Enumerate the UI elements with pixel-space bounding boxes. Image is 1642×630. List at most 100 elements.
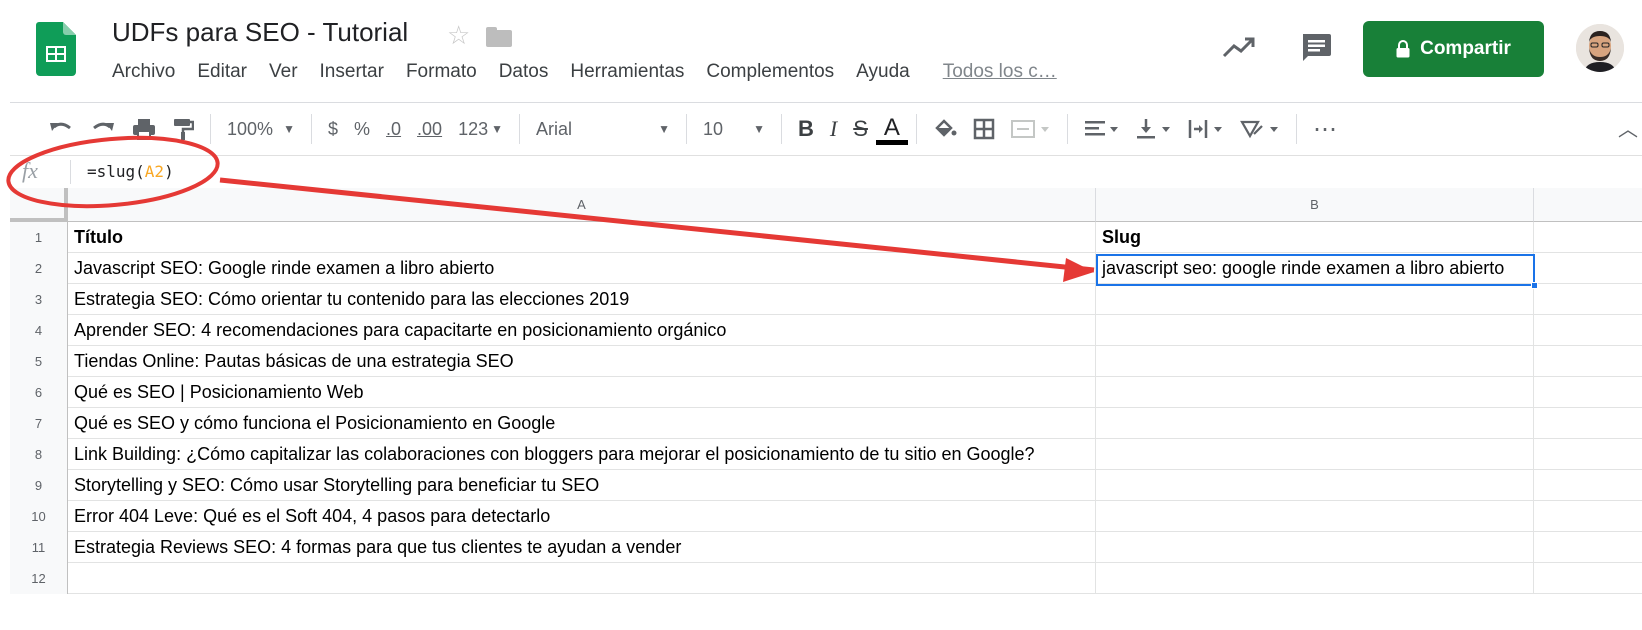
undo-button[interactable] — [40, 111, 82, 147]
collapse-icon[interactable]: ︿ — [1618, 113, 1638, 142]
row-header[interactable]: 5 — [10, 346, 68, 377]
merge-cells-button[interactable] — [1003, 111, 1059, 147]
cell-b[interactable] — [1096, 563, 1534, 594]
borders-button[interactable] — [965, 111, 1003, 147]
print-button[interactable] — [124, 111, 164, 147]
cell-a[interactable]: Estrategia Reviews SEO: 4 formas para qu… — [68, 532, 1096, 563]
cell-c[interactable] — [1534, 408, 1642, 439]
cell-a[interactable]: Qué es SEO y cómo funciona el Posicionam… — [68, 408, 1096, 439]
row-header[interactable]: 3 — [10, 284, 68, 315]
menu-herramientas[interactable]: Herramientas — [559, 61, 695, 83]
italic-button[interactable]: I — [822, 111, 845, 147]
cell-b[interactable] — [1096, 284, 1534, 315]
strikethrough-button[interactable]: S — [845, 111, 876, 147]
star-icon[interactable]: ☆ — [447, 20, 470, 50]
cell-b[interactable]: Slug — [1096, 222, 1534, 253]
cell-b[interactable] — [1096, 501, 1534, 532]
row-header[interactable]: 7 — [10, 408, 68, 439]
cell-c[interactable] — [1534, 439, 1642, 470]
row-header[interactable]: 12 — [10, 563, 68, 594]
cell-c[interactable] — [1534, 501, 1642, 532]
activity-trend-icon[interactable] — [1222, 34, 1256, 60]
cell-b[interactable] — [1096, 439, 1534, 470]
row-header[interactable]: 11 — [10, 532, 68, 563]
more-button[interactable]: ⋯ — [1305, 111, 1346, 147]
avatar[interactable] — [1576, 24, 1624, 72]
cell-a[interactable]: Tiendas Online: Pautas básicas de una es… — [68, 346, 1096, 377]
menu-formato[interactable]: Formato — [395, 61, 488, 83]
row-header[interactable]: 8 — [10, 439, 68, 470]
cell-b[interactable] — [1096, 377, 1534, 408]
cell-c[interactable] — [1534, 346, 1642, 377]
cell-b[interactable] — [1096, 408, 1534, 439]
formula-input[interactable]: =slug(A2) — [87, 162, 174, 181]
cell-c[interactable] — [1534, 377, 1642, 408]
increase-decimals-button[interactable]: .00 — [409, 111, 450, 147]
select-all-corner[interactable] — [10, 188, 68, 222]
cell-c[interactable] — [1534, 315, 1642, 346]
menu-insertar[interactable]: Insertar — [309, 61, 395, 83]
menu-datos[interactable]: Datos — [488, 61, 560, 83]
cell-a[interactable]: Estrategia SEO: Cómo orientar tu conteni… — [68, 284, 1096, 315]
cell-a[interactable]: Link Building: ¿Cómo capitalizar las col… — [68, 439, 1096, 470]
menu-ayuda[interactable]: Ayuda — [845, 61, 921, 83]
menu-editar[interactable]: Editar — [186, 61, 258, 83]
fill-color-button[interactable] — [925, 111, 965, 147]
percent-button[interactable]: % — [346, 111, 378, 147]
last-edit-link[interactable]: Todos los c… — [943, 61, 1057, 83]
row-header[interactable]: 4 — [10, 315, 68, 346]
cell-a[interactable]: Título — [68, 222, 1096, 253]
cell-c[interactable] — [1534, 563, 1642, 594]
comment-icon[interactable] — [1300, 32, 1332, 62]
cell-b[interactable] — [1096, 346, 1534, 377]
cell-b[interactable] — [1096, 315, 1534, 346]
text-color-button[interactable]: A — [875, 113, 908, 145]
row-header[interactable]: 10 — [10, 501, 68, 532]
bold-button[interactable]: B — [790, 111, 822, 147]
zoom-select[interactable]: 100% ▼ — [219, 111, 303, 147]
paint-format-button[interactable] — [164, 111, 202, 147]
column-header-a[interactable]: A — [68, 188, 1096, 222]
cell-c[interactable] — [1534, 470, 1642, 501]
sheets-logo-icon[interactable] — [36, 22, 76, 76]
more-formats-button[interactable]: 123 ▼ — [450, 111, 511, 147]
cell-a[interactable]: Aprender SEO: 4 recomendaciones para cap… — [68, 315, 1096, 346]
column-header-c[interactable] — [1534, 188, 1642, 222]
column-header-b[interactable]: B — [1096, 188, 1534, 222]
fill-handle[interactable] — [1531, 282, 1538, 289]
text-rotation-button[interactable] — [1232, 111, 1288, 147]
cell-b[interactable] — [1096, 532, 1534, 563]
share-button[interactable]: Compartir — [1363, 21, 1544, 77]
cell-c[interactable] — [1534, 284, 1642, 315]
cell-a[interactable]: Error 404 Leve: Qué es el Soft 404, 4 pa… — [68, 501, 1096, 532]
cell-c[interactable] — [1534, 253, 1642, 284]
cell-a[interactable] — [68, 563, 1096, 594]
currency-button[interactable]: $ — [320, 111, 346, 147]
row-header[interactable]: 6 — [10, 377, 68, 408]
cell-c[interactable] — [1534, 222, 1642, 253]
vertical-align-button[interactable] — [1128, 111, 1180, 147]
document-title[interactable]: UDFs para SEO - Tutorial — [112, 17, 408, 48]
redo-button[interactable] — [82, 111, 124, 147]
menu-ver[interactable]: Ver — [258, 61, 309, 83]
formula-divider — [70, 160, 71, 184]
align-button[interactable] — [1076, 111, 1128, 147]
cell-a[interactable]: Qué es SEO | Posicionamiento Web — [68, 377, 1096, 408]
cell-c[interactable] — [1534, 532, 1642, 563]
font-size-select[interactable]: 10 ▼ — [695, 111, 773, 147]
folder-icon[interactable] — [486, 27, 513, 47]
row-header[interactable]: 9 — [10, 470, 68, 501]
cell-b[interactable] — [1096, 470, 1534, 501]
cell-a[interactable]: Storytelling y SEO: Cómo usar Storytelli… — [68, 470, 1096, 501]
menu-complementos[interactable]: Complementos — [695, 61, 845, 83]
text-wrap-button[interactable] — [1180, 111, 1232, 147]
menu-archivo[interactable]: Archivo — [112, 61, 186, 83]
formula-suffix: ) — [164, 162, 174, 181]
font-select[interactable]: Arial ▼ — [528, 111, 678, 147]
table-row: 4 Aprender SEO: 4 recomendaciones para ca… — [10, 315, 1642, 346]
row-header[interactable]: 2 — [10, 253, 68, 284]
decrease-decimals-button[interactable]: .0 — [378, 111, 409, 147]
cell-a[interactable]: Javascript SEO: Google rinde examen a li… — [68, 253, 1096, 284]
row-header[interactable]: 1 — [10, 222, 68, 253]
table-row: 5 Tiendas Online: Pautas básicas de una e… — [10, 346, 1642, 377]
